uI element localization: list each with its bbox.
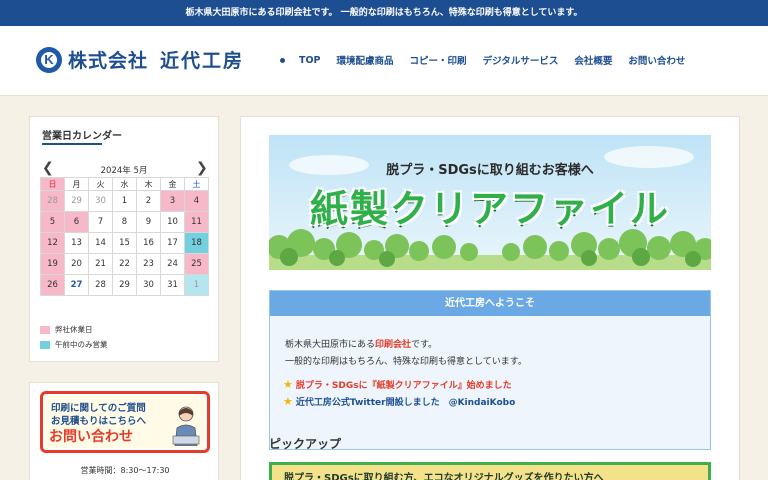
weekday-tue: 火 xyxy=(88,177,113,191)
banner-line-1: 印刷に関してのご質問 xyxy=(51,403,146,414)
welcome-line-1-prefix: 栃木県大田原市にある xyxy=(285,340,376,350)
logo-company-type: 株式会社 xyxy=(68,50,149,72)
calendar-day: 23 xyxy=(136,253,161,275)
calendar-day: 28 xyxy=(40,190,65,212)
business-hours: 営業時間：8:30〜17:30 xyxy=(80,466,170,475)
operator-illustration-icon xyxy=(172,406,200,446)
calendar-day: 8 xyxy=(112,211,137,233)
welcome-line-1: 栃木県大田原市にある印刷会社です。 xyxy=(285,337,437,350)
topbar-tagline: 栃木県大田原市にある印刷会社です。 一般的な印刷はもちろん、特殊な印刷も得意とし… xyxy=(0,0,768,26)
calendar-day: 16 xyxy=(136,232,161,254)
calendar-day: 3 xyxy=(160,190,185,212)
legend-morning-label: 午前中のみ営業 xyxy=(55,340,108,349)
nav-eco-products[interactable]: 環境配慮商品 xyxy=(337,53,394,67)
calendar-day: 24 xyxy=(160,253,185,275)
calendar-day: 12 xyxy=(40,232,65,254)
calendar-day: 31 xyxy=(160,274,185,296)
news-item-1[interactable]: ★ 脱プラ・SDGsに『紙製クリアファイル』始めました xyxy=(283,378,512,391)
welcome-heading: 近代工房へようこそ xyxy=(270,291,710,316)
nav-company[interactable]: 会社概要 xyxy=(574,53,612,67)
site-logo[interactable]: 株式会社 近代工房 xyxy=(36,46,244,73)
legend-holiday-label: 弊社休業日 xyxy=(55,325,93,334)
star-icon: ★ xyxy=(283,395,293,408)
calendar-day: 10 xyxy=(160,211,185,233)
calendar-day: 4 xyxy=(184,190,209,212)
calendar-day: 14 xyxy=(88,232,113,254)
hero-title: 紙製クリアファイル xyxy=(309,187,670,231)
nav-contact[interactable]: お問い合わせ xyxy=(628,53,685,67)
weekday-wed: 水 xyxy=(112,177,137,191)
legend-morning: 午前中のみ営業 xyxy=(40,339,108,350)
calendar-day: 19 xyxy=(40,253,65,275)
calendar-day: 11 xyxy=(184,211,209,233)
calendar-day: 29 xyxy=(112,274,137,296)
calendar-day: 7 xyxy=(88,211,113,233)
news-item-2[interactable]: ★ 近代工房公式Twitter開設しました @KindaiKobo xyxy=(283,395,515,408)
logo-mark-icon xyxy=(36,46,62,73)
weekday-fri: 金 xyxy=(160,177,185,191)
calendar-title: 営業日カレンダー xyxy=(42,131,122,142)
calendar-day-today: 27 xyxy=(64,274,89,296)
contact-card: 印刷に関してのご質問 お見積もりはこちらへ お問い合わせ 営業時間：8:30〜1… xyxy=(29,382,219,480)
weekday-sat: 土 xyxy=(184,177,209,191)
legend-morning-swatch xyxy=(40,340,50,349)
calendar-day: 5 xyxy=(40,211,65,233)
business-calendar: 営業日カレンダー 2024年 5月 ❮ ❯ 日 月 火 水 木 金 土 28 2… xyxy=(29,116,219,362)
calendar-day: 26 xyxy=(40,274,65,296)
nav-copy-print[interactable]: コピー・印刷 xyxy=(410,53,467,67)
calendar-title-underline xyxy=(42,143,102,145)
contact-banner-inner: 印刷に関してのご質問 お見積もりはこちらへ お問い合わせ xyxy=(45,396,205,448)
calendar-day: 30 xyxy=(88,190,113,212)
calendar-day: 9 xyxy=(136,211,161,233)
pickup-banner-text: 脱プラ・SDGsに取り組む方、エコなオリジナルグッズを作りたい方へ xyxy=(284,473,604,480)
weekday-thu: 木 xyxy=(136,177,161,191)
calendar-day: 17 xyxy=(160,232,185,254)
calendar-day: 20 xyxy=(64,253,89,275)
calendar-day: 21 xyxy=(88,253,113,275)
calendar-day: 22 xyxy=(112,253,137,275)
calendar-day: 30 xyxy=(136,274,161,296)
weekday-sun: 日 xyxy=(40,177,65,191)
main-content: 脱プラ・SDGsに取り組むお客様へ 紙製クリアファイル 近代工房へようこそ 栃木… xyxy=(240,116,740,480)
calendar-day: 2 xyxy=(136,190,161,212)
news-item-1-text: 脱プラ・SDGsに『紙製クリアファイル』始めました xyxy=(295,381,512,391)
weekday-mon: 月 xyxy=(64,177,89,191)
calendar-day: 25 xyxy=(184,253,209,275)
hero-subtitle: 脱プラ・SDGsに取り組むお客様へ xyxy=(386,163,594,178)
nav-digital-service[interactable]: デジタルサービス xyxy=(483,53,559,67)
nav-bullet-icon xyxy=(280,57,285,63)
calendar-day: 1 xyxy=(184,274,209,296)
calendar-day: 29 xyxy=(64,190,89,212)
banner-line-3: お問い合わせ xyxy=(49,429,133,445)
nav-top[interactable]: TOP xyxy=(299,55,321,66)
hero-banner[interactable]: 脱プラ・SDGsに取り組むお客様へ 紙製クリアファイル xyxy=(269,135,711,270)
site-header: 株式会社 近代工房 TOP 環境配慮商品 コピー・印刷 デジタルサービス 会社概… xyxy=(0,26,768,96)
star-icon: ★ xyxy=(283,378,293,391)
welcome-line-1-highlight: 印刷会社 xyxy=(375,340,412,350)
pickup-title: ピックアップ xyxy=(269,437,342,451)
welcome-line-2: 一般的な印刷はもちろん、特殊な印刷も得意としています。 xyxy=(285,357,527,367)
calendar-day: 6 xyxy=(64,211,89,233)
calendar-day: 28 xyxy=(88,274,113,296)
contact-banner[interactable]: 印刷に関してのご質問 お見積もりはこちらへ お問い合わせ xyxy=(40,391,210,453)
calendar-day: 15 xyxy=(112,232,137,254)
banner-line-2: お見積もりはこちらへ xyxy=(51,416,147,427)
calendar-month-label: 2024年 5月 xyxy=(100,166,148,176)
welcome-box: 近代工房へようこそ 栃木県大田原市にある印刷会社です。 一般的な印刷はもちろん、… xyxy=(269,290,711,450)
legend-holiday-swatch xyxy=(40,325,50,334)
calendar-day: 18 xyxy=(184,232,209,254)
main-nav: TOP 環境配慮商品 コピー・印刷 デジタルサービス 会社概要 お問い合わせ xyxy=(280,53,701,67)
legend-holiday: 弊社休業日 xyxy=(40,324,93,335)
calendar-day: 13 xyxy=(64,232,89,254)
calendar-prev-icon[interactable]: ❮ xyxy=(42,160,54,176)
news-item-2-text: 近代工房公式Twitter開設しました @KindaiKobo xyxy=(295,398,516,408)
calendar-next-icon[interactable]: ❯ xyxy=(196,160,208,176)
calendar-day: 1 xyxy=(112,190,137,212)
welcome-line-1-suffix: です。 xyxy=(411,340,438,350)
pickup-banner[interactable]: 脱プラ・SDGsに取り組む方、エコなオリジナルグッズを作りたい方へ xyxy=(269,462,711,480)
logo-company-name: 近代工房 xyxy=(160,50,245,72)
calendar-grid: 日 月 火 水 木 金 土 28 29 30 1 2 3 4 5 6 7 8 9… xyxy=(40,177,209,296)
